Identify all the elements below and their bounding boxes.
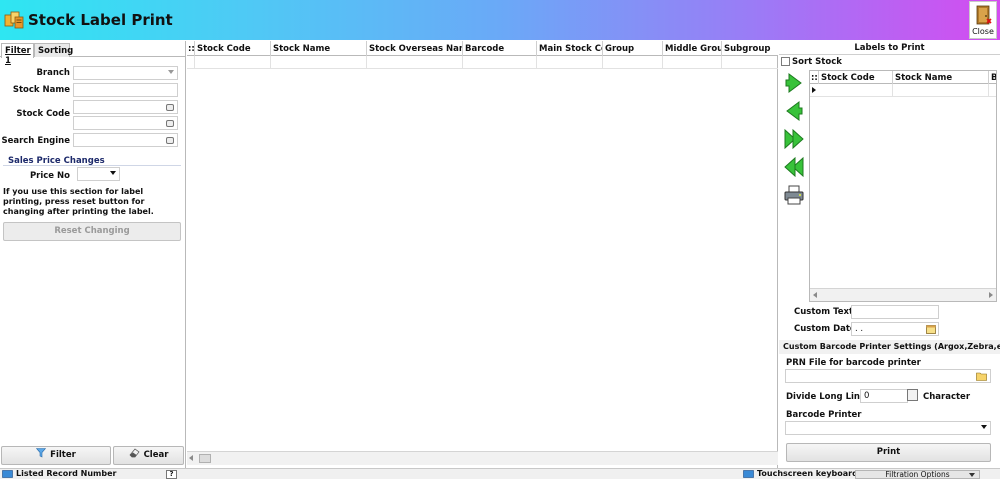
custom-date-value: . . [855,324,864,334]
prn-file-input[interactable] [785,369,991,383]
column-header-group[interactable]: Group [603,41,663,56]
prn-file-label: PRN File for barcode printer [786,358,921,368]
scroll-left-icon[interactable] [813,292,817,298]
tab-filter-1[interactable]: Filter 1 [1,43,34,66]
labels-to-print-title: Labels to Print [779,41,1000,55]
stock-code-label: Stock Code [16,109,70,119]
label-print-note: If you use this section for label printi… [3,187,154,216]
exit-door-icon [976,5,992,25]
clear-button[interactable]: Clear [113,446,184,465]
scroll-left-icon[interactable] [189,455,193,461]
stock-name-input[interactable] [73,83,178,97]
search-engine-label: Search Engine [1,136,70,146]
price-no-label: Price No [29,171,70,181]
branch-label: Branch [36,68,70,78]
table-row[interactable] [187,56,778,69]
labels-horizontal-scrollbar[interactable] [810,288,996,301]
filter-panel: Filter 1 Sorting Branch Stock Name Stock… [0,41,186,468]
filter-button-label: Filter [50,450,76,460]
scroll-right-icon[interactable] [989,292,993,298]
custom-text-input[interactable] [851,305,939,319]
chevron-down-icon [981,425,987,429]
column-header-main-stock-code[interactable]: Main Stock Cod [537,41,603,56]
barcode-printer-settings-title: Custom Barcode Printer Settings (Argox,Z… [779,340,1000,354]
chevron-down-icon [168,70,174,74]
price-no-select[interactable] [77,167,120,181]
barcode-printer-label: Barcode Printer [786,410,862,420]
eraser-icon [129,448,140,458]
horizontal-scrollbar[interactable] [187,451,778,465]
keyboard-icon [2,470,13,478]
labels-table-row[interactable] [810,84,996,97]
filter-tabs: Filter 1 Sorting [0,43,186,66]
add-all-arrow-icon[interactable] [783,128,805,150]
filter-button[interactable]: Filter [1,446,111,465]
status-bar: Listed Record Number ? Touchscreen keybo… [0,468,1000,479]
stock-name-label: Stock Name [12,85,70,95]
labels-column-header-barcode[interactable]: B [989,71,996,84]
window-title: Stock Label Print [28,11,173,29]
scroll-thumb[interactable] [199,454,211,463]
lookup-icon[interactable] [166,120,174,127]
column-header-middle-group[interactable]: Middle Group [663,41,722,56]
title-bar: Stock Label Print Close [0,0,1000,40]
chevron-down-icon [110,171,116,175]
column-header-subgroup[interactable]: Subgroup [722,41,778,56]
custom-date-input[interactable]: . . [851,322,939,336]
touchscreen-keyboard-icon[interactable] [743,470,754,478]
close-button[interactable]: Close [969,1,997,39]
stock-grid[interactable]: :: Stock Code Stock Name Stock Overseas … [187,41,778,468]
tab-sorting[interactable]: Sorting [34,43,73,57]
reset-changing-button[interactable]: Reset Changing [3,222,181,241]
print-button[interactable]: Print [786,443,991,462]
divide-long-lines-label: Divide Long Lines [786,392,871,402]
chevron-down-icon [969,473,975,477]
printer-icon[interactable] [783,184,805,206]
column-header-barcode[interactable]: Barcode [463,41,537,56]
spin-calculator-icon[interactable] [907,389,918,401]
folder-open-icon[interactable] [976,372,987,381]
character-label: Character [923,392,971,402]
touchscreen-keyboard-toggle[interactable]: Touchscreen keyboard [757,469,858,478]
barcode-printer-select[interactable] [785,421,991,435]
custom-date-label: Custom Date [794,324,856,334]
labels-grid[interactable]: :: Stock Code Stock Name B [809,70,997,302]
lookup-icon[interactable] [166,104,174,111]
filtration-options-label: Filtration Options [885,470,950,479]
calendar-icon[interactable] [926,324,936,334]
search-engine-input[interactable] [73,133,178,147]
close-label: Close [972,27,994,36]
clear-button-label: Clear [143,450,169,460]
row-pointer-icon [812,87,816,93]
stock-code-start-input[interactable] [73,100,178,114]
stock-code-end-input[interactable] [73,116,178,130]
add-arrow-icon[interactable] [783,72,805,94]
labels-column-header-stock-code[interactable]: Stock Code [819,71,893,84]
funnel-icon [36,448,47,458]
custom-text-label: Custom Text [794,307,854,317]
column-header-stock-code[interactable]: Stock Code [195,41,271,56]
column-header-stock-overseas-name[interactable]: Stock Overseas Name [367,41,463,56]
label-print-icon [4,11,24,29]
listed-record-number: Listed Record Number [16,469,117,478]
branch-select[interactable] [73,66,178,80]
remove-arrow-icon[interactable] [783,100,805,122]
labels-grid-column-selector[interactable]: :: [810,71,819,84]
grid-column-selector[interactable]: :: [187,41,195,56]
labels-panel: Labels to Print Sort Stock :: Stock Code… [779,41,1000,468]
filtration-options-dropdown[interactable]: Filtration Options [855,470,980,479]
sort-stock-label[interactable]: Sort Stock [792,57,842,67]
section-divider [3,165,181,166]
labels-grid-header: :: Stock Code Stock Name B [810,71,996,84]
remove-all-arrow-icon[interactable] [783,156,805,178]
help-button[interactable]: ? [166,470,177,479]
divide-long-lines-input[interactable]: 0 [860,389,908,403]
sort-stock-checkbox[interactable] [781,57,790,66]
labels-column-header-stock-name[interactable]: Stock Name [893,71,989,84]
column-header-stock-name[interactable]: Stock Name [271,41,367,56]
lookup-icon[interactable] [166,137,174,144]
grid-header: :: Stock Code Stock Name Stock Overseas … [187,41,778,56]
